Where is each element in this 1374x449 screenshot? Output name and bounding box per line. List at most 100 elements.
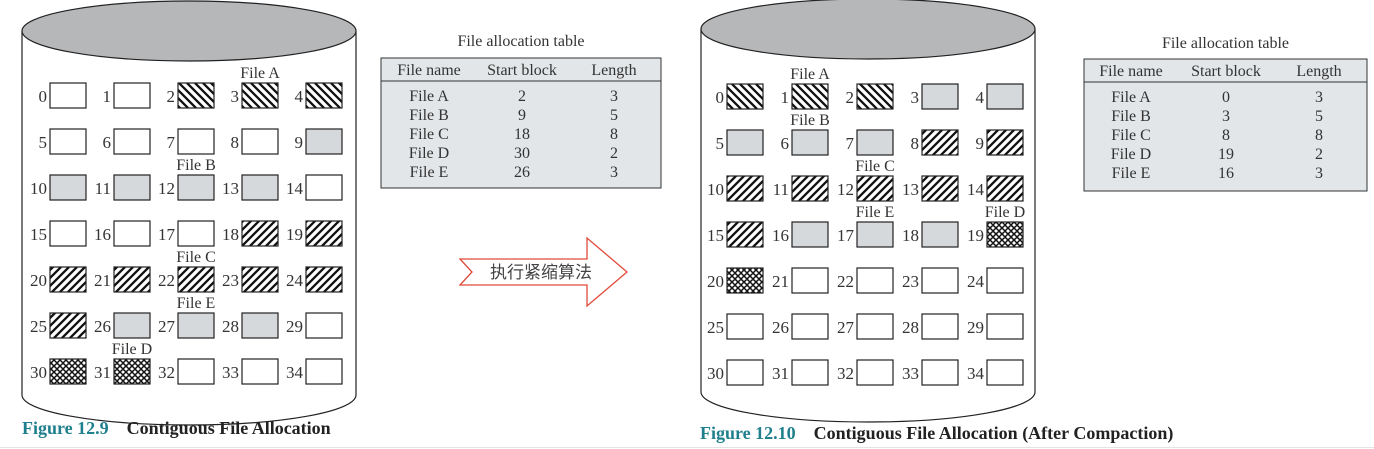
disk-block bbox=[305, 358, 343, 385]
disk-block bbox=[856, 267, 894, 294]
disk-block bbox=[921, 83, 959, 110]
disk-block bbox=[726, 175, 764, 202]
block-number: 18 bbox=[222, 225, 239, 244]
disk-block bbox=[856, 129, 894, 156]
disk-block bbox=[113, 266, 151, 293]
disk-block bbox=[113, 128, 151, 155]
block-number: 23 bbox=[222, 271, 239, 290]
block-number: 16 bbox=[94, 225, 111, 244]
table-cell: 2 bbox=[1315, 146, 1323, 163]
disk-block bbox=[305, 220, 343, 247]
block-number: 7 bbox=[846, 134, 855, 153]
block-number: 6 bbox=[103, 133, 112, 152]
disk-block bbox=[113, 312, 151, 339]
block-number: 11 bbox=[773, 180, 789, 199]
block-number: 27 bbox=[158, 317, 176, 336]
file-label: File D bbox=[112, 341, 152, 358]
disk-before: 0 1 2 3 45 6 7 8 910 11 12 13 1415 16 17 18 1920 21 22 23 24… bbox=[21, 0, 357, 426]
disk-block bbox=[305, 266, 343, 293]
disk-block bbox=[921, 313, 959, 340]
block-number: 22 bbox=[837, 272, 854, 291]
block-number: 30 bbox=[707, 364, 724, 383]
disk-block bbox=[726, 221, 764, 248]
table-cell: 26 bbox=[514, 164, 530, 181]
disk-block bbox=[177, 358, 215, 385]
block-number: 29 bbox=[967, 318, 984, 337]
block-number: 34 bbox=[286, 363, 304, 382]
table-cell: 9 bbox=[518, 107, 526, 124]
table-cell: 19 bbox=[1218, 146, 1234, 163]
disk-block bbox=[986, 267, 1024, 294]
disk-top bbox=[700, 0, 1036, 60]
table-cell: File E bbox=[410, 164, 449, 181]
disk-block bbox=[856, 221, 894, 248]
table-cell: 2 bbox=[518, 88, 526, 105]
block-number: 33 bbox=[222, 363, 239, 382]
block-number: 11 bbox=[95, 179, 111, 198]
file-label: File A bbox=[240, 65, 280, 82]
block-number: 34 bbox=[967, 364, 985, 383]
table-cell: 16 bbox=[1218, 165, 1234, 182]
table-cell: 0 bbox=[1222, 89, 1230, 106]
disk-block bbox=[921, 267, 959, 294]
disk-block bbox=[177, 174, 215, 201]
disk-block bbox=[49, 358, 87, 385]
disk-block bbox=[726, 359, 764, 386]
disk-block bbox=[305, 128, 343, 155]
block-number: 9 bbox=[976, 134, 985, 153]
disk-block bbox=[986, 175, 1024, 202]
block-number: 14 bbox=[286, 179, 304, 198]
block-number: 2 bbox=[167, 87, 176, 106]
block-number: 32 bbox=[158, 363, 175, 382]
disk-block bbox=[986, 359, 1024, 386]
file-label: File B bbox=[176, 157, 216, 174]
diagram-canvas: 0 1 2 3 45 6 7 8 910 11 12 13 1415 16 17 18 1920 21 22 23 24… bbox=[21, 0, 1368, 426]
disk-block bbox=[177, 220, 215, 247]
block-number: 10 bbox=[30, 179, 47, 198]
disk-top bbox=[21, 0, 357, 62]
block-number: 21 bbox=[94, 271, 111, 290]
figure-number: Figure 12.9 bbox=[22, 418, 109, 438]
block-number: 10 bbox=[707, 180, 724, 199]
table-header-cell: Start block bbox=[1191, 63, 1261, 80]
block-number: 1 bbox=[781, 88, 790, 107]
table-title: File allocation table bbox=[1162, 35, 1289, 52]
block-number: 32 bbox=[837, 364, 854, 383]
block-number: 4 bbox=[976, 88, 985, 107]
disk-block bbox=[113, 82, 151, 109]
disk-block bbox=[986, 221, 1024, 248]
table-cell: 3 bbox=[1315, 165, 1323, 182]
disk-block bbox=[113, 174, 151, 201]
file-label: File B bbox=[790, 112, 830, 129]
block-number: 29 bbox=[286, 317, 303, 336]
file-label: File E bbox=[856, 204, 895, 221]
disk-block bbox=[856, 359, 894, 386]
disk-block bbox=[305, 174, 343, 201]
block-number: 28 bbox=[222, 317, 239, 336]
figure-number: Figure 12.10 bbox=[700, 423, 796, 443]
page-divider bbox=[0, 447, 1374, 448]
block-number: 14 bbox=[967, 180, 985, 199]
disk-block bbox=[241, 174, 279, 201]
disk-block bbox=[49, 82, 87, 109]
table-cell: 8 bbox=[1222, 127, 1230, 144]
table-cell: 3 bbox=[1315, 89, 1323, 106]
block-number: 26 bbox=[772, 318, 789, 337]
block-number: 19 bbox=[286, 225, 303, 244]
compaction-arrow: 执行紧缩算法 bbox=[458, 236, 629, 308]
block-number: 0 bbox=[716, 88, 725, 107]
disk-block bbox=[49, 128, 87, 155]
disk-block bbox=[49, 220, 87, 247]
block-number: 28 bbox=[902, 318, 919, 337]
block-number: 6 bbox=[781, 134, 790, 153]
block-number: 4 bbox=[295, 87, 304, 106]
table-cell: File D bbox=[1111, 146, 1151, 163]
block-number: 24 bbox=[967, 272, 985, 291]
fat-before: File allocation table File name Start bloc… bbox=[380, 33, 662, 189]
block-number: 8 bbox=[231, 133, 240, 152]
table-cell: 18 bbox=[514, 126, 530, 143]
figure-caption-after: Figure 12.10 Contiguous File Allocation (… bbox=[700, 423, 1173, 444]
disk-block bbox=[921, 175, 959, 202]
block-number: 15 bbox=[30, 225, 47, 244]
block-number: 13 bbox=[902, 180, 919, 199]
